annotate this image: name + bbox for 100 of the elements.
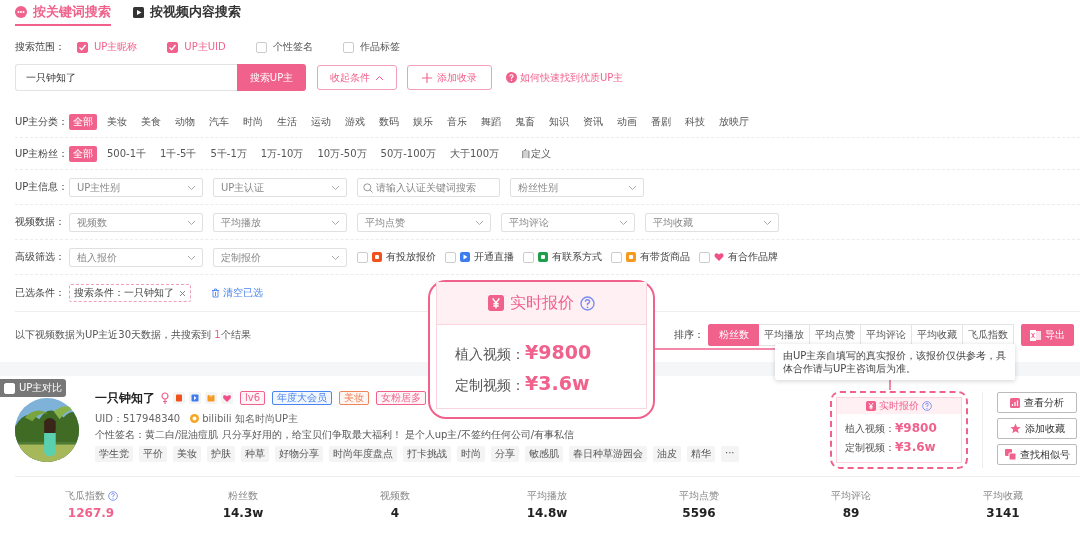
checkbox-label: UP主UID: [184, 40, 226, 54]
filter-chip[interactable]: 运动: [307, 113, 335, 130]
dropdown[interactable]: 平均收藏: [645, 212, 779, 232]
checkbox-label: 有带货商品: [640, 250, 690, 264]
action-button[interactable]: 查看分析: [997, 392, 1077, 413]
price-value: ¥3.6w: [525, 372, 590, 394]
content-tag[interactable]: 护肤: [207, 446, 235, 462]
filter-chip[interactable]: 5千-1万: [206, 145, 251, 162]
clear-link[interactable]: 清空已选: [211, 286, 263, 300]
chevron-down-icon: [475, 219, 484, 226]
checkbox[interactable]: [445, 251, 456, 263]
content-tag[interactable]: 分享: [491, 446, 519, 462]
up-name[interactable]: 一只钟知了: [95, 389, 155, 407]
chart-icon: [1010, 397, 1020, 408]
filter-chip[interactable]: 动画: [613, 113, 641, 130]
checkbox[interactable]: [523, 251, 534, 263]
dropdown[interactable]: UP主性别: [69, 177, 203, 197]
signature-text: 个性签名：黄二白/混油痘肌 只分享好用的，给宝贝们争取最大福利！ 是个人up主/不签约任何公司/有事私信: [95, 428, 576, 442]
filter-chip[interactable]: 10万-50万: [313, 145, 371, 162]
search-field[interactable]: 一只钟知了: [15, 64, 237, 91]
content-tag[interactable]: 时尚年度盘点: [329, 446, 397, 462]
dropdown[interactable]: 视频数: [69, 212, 203, 232]
filter-chip[interactable]: 汽车: [205, 113, 233, 130]
chevron-up-icon: [375, 74, 384, 81]
search-icon: [363, 182, 373, 193]
filter-chip[interactable]: 美妆: [103, 113, 131, 130]
quote-title: 实时报价: [510, 292, 574, 314]
filter-chip[interactable]: 大于100万: [445, 145, 504, 162]
sort-label: 排序：: [674, 328, 704, 342]
action-button[interactable]: 添加收藏: [997, 418, 1077, 439]
filter-chip[interactable]: 音乐: [443, 113, 471, 130]
checkbox[interactable]: [699, 251, 710, 263]
content-tag[interactable]: 平价: [139, 446, 167, 462]
filter-chip[interactable]: 500-1千: [103, 145, 151, 162]
checkbox[interactable]: [77, 41, 88, 53]
filter-chip[interactable]: 娱乐: [409, 113, 437, 130]
chevron-down-icon: [187, 184, 196, 191]
dropdown[interactable]: 平均点赞: [357, 212, 491, 232]
filter-chip[interactable]: 50万-100万: [376, 145, 440, 162]
sort-option[interactable]: 飞瓜指数: [963, 324, 1014, 346]
stat-value: 3141: [986, 506, 1020, 520]
sort-option[interactable]: 平均评论: [861, 324, 912, 346]
dropdown[interactable]: 定制报价: [213, 247, 347, 267]
profile-tag: 女粉居多: [376, 391, 427, 405]
filter-label: 高级筛选：: [15, 250, 66, 264]
dropdown[interactable]: 平均评论: [501, 212, 635, 232]
dropdown[interactable]: UP主认证: [213, 177, 347, 197]
filter-chip[interactable]: 鬼畜: [511, 113, 539, 130]
condition-tag[interactable]: 搜索条件：一只钟知了: [69, 284, 191, 302]
content-tag[interactable]: 敏感肌: [525, 446, 563, 462]
stat-value: 89: [842, 506, 860, 520]
filter-chip[interactable]: 生活: [273, 113, 301, 130]
checkbox[interactable]: [357, 251, 368, 263]
content-tag[interactable]: 时尚: [457, 446, 485, 462]
sort-option[interactable]: 平均播放: [759, 324, 810, 346]
filter-chip[interactable]: 资讯: [579, 113, 607, 130]
content-tag[interactable]: 精华: [687, 446, 715, 462]
sort-option[interactable]: 平均点赞: [810, 324, 861, 346]
filter-chip[interactable]: 1万-10万: [256, 145, 308, 162]
content-tag[interactable]: 打卡挑战: [403, 446, 451, 462]
action-button[interactable]: 查找相似号: [997, 444, 1077, 465]
filter-chip[interactable]: 番剧: [647, 113, 675, 130]
content-tag[interactable]: 油皮: [653, 446, 681, 462]
checkbox[interactable]: [167, 41, 179, 53]
filter-chip[interactable]: 知识: [545, 113, 573, 130]
bag-icon: [205, 392, 217, 404]
content-tag[interactable]: 种草: [241, 446, 269, 462]
search-tab[interactable]: 按视频内容搜索: [133, 3, 241, 26]
checkbox-label: 有合作品牌: [728, 250, 778, 264]
field-label: 搜索范围：: [15, 40, 65, 54]
stat-value: 14.3w: [222, 506, 264, 520]
filter-chip[interactable]: 动物: [171, 113, 199, 130]
filter-chip[interactable]: 放映厅: [715, 113, 753, 130]
filter-chip[interactable]: 美食: [137, 113, 165, 130]
content-tag[interactable]: 学生党: [95, 446, 133, 462]
filter-chip[interactable]: 1千-5千: [156, 145, 201, 162]
dropdown[interactable]: 平均播放: [213, 212, 347, 232]
checkbox[interactable]: [611, 251, 622, 263]
content-tag[interactable]: 美妆: [173, 446, 201, 462]
sort-option[interactable]: 平均收藏: [912, 324, 963, 346]
dropdown[interactable]: 植入报价: [69, 247, 203, 267]
filter-chip[interactable]: 游戏: [341, 113, 369, 130]
filter-chip[interactable]: 时尚: [239, 113, 267, 130]
checkbox[interactable]: [255, 41, 267, 53]
profile-tag: 美妆: [339, 391, 370, 405]
content-tag[interactable]: ···: [721, 446, 739, 462]
profile-tag: 年度大会员: [272, 391, 333, 405]
help-icon: [580, 295, 595, 311]
content-tag[interactable]: 春日种草游园会: [569, 446, 647, 462]
search-field[interactable]: 请输入认证关键词搜索: [357, 177, 500, 197]
filter-chip[interactable]: 数码: [375, 113, 403, 130]
filter-chip[interactable]: 舞蹈: [477, 113, 505, 130]
filter-chip[interactable]: 科技: [681, 113, 709, 130]
compare-toggle[interactable]: UP主对比: [0, 379, 67, 397]
filter-label: 已选条件：: [15, 286, 66, 300]
checkbox[interactable]: [342, 41, 354, 53]
content-tag[interactable]: 好物分享: [275, 446, 323, 462]
stat-label: 平均点赞: [679, 489, 719, 503]
filter-chip[interactable]: 自定义: [517, 145, 556, 162]
dropdown[interactable]: 粉丝性别: [510, 177, 644, 197]
